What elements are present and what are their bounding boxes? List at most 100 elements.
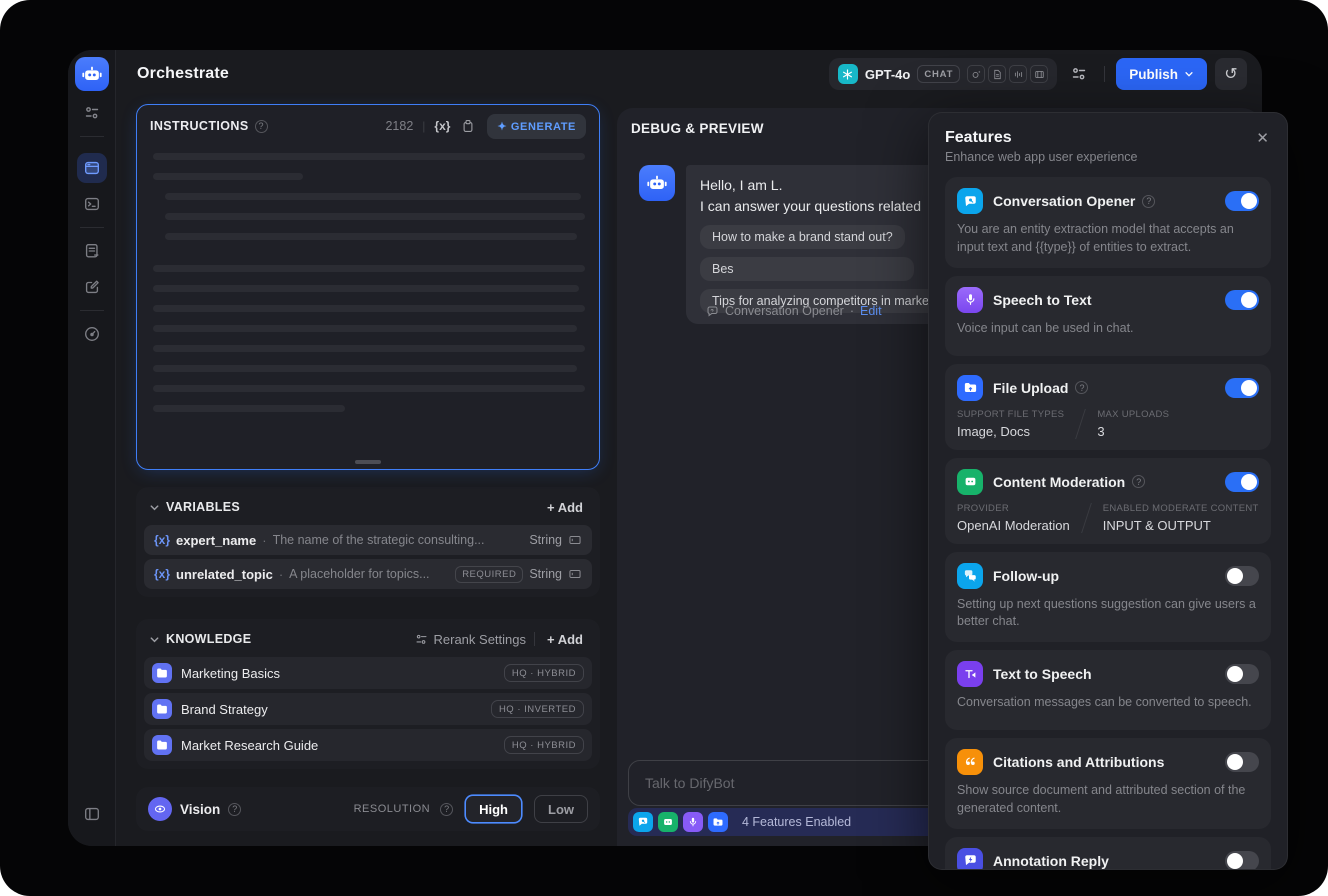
copy-icon[interactable] <box>461 119 475 133</box>
meta-divider <box>1080 502 1092 533</box>
sidebar-divider <box>79 136 104 137</box>
citations-icon <box>957 749 983 775</box>
chevron-down-icon[interactable] <box>149 502 160 513</box>
video-capability-icon <box>1030 65 1049 83</box>
help-icon[interactable]: ? <box>440 802 454 816</box>
file-upload-toggle[interactable] <box>1225 377 1259 398</box>
file-upload-icon <box>708 812 728 832</box>
follow-up-toggle[interactable] <box>1225 565 1259 586</box>
help-icon[interactable]: ? <box>228 802 242 816</box>
feature-card-citations: Citations and Attributions Show source d… <box>945 738 1271 829</box>
vision-capability-icon <box>967 65 986 83</box>
features-title: Features <box>945 129 1012 146</box>
sliders-icon[interactable] <box>84 105 100 121</box>
model-tune-icon[interactable] <box>1065 60 1093 88</box>
sidebar-item-terminal[interactable] <box>77 189 107 219</box>
knowledge-row[interactable]: Brand Strategy HQ · INVERTED <box>144 693 592 725</box>
conversation-opener-icon <box>957 188 983 214</box>
model-selector[interactable]: GPT-4o CHAT <box>828 58 1058 90</box>
features-subtitle: Enhance web app user experience <box>945 150 1138 164</box>
vision-section: Vision ? RESOLUTION ? High Low <box>136 787 600 831</box>
features-panel: Features Enhance web app user experience… <box>928 112 1288 870</box>
add-variable-button[interactable]: + Add <box>543 500 587 515</box>
help-icon[interactable]: ? <box>254 119 268 133</box>
speech-to-text-icon <box>957 286 983 313</box>
conversation-opener-toggle[interactable] <box>1225 191 1259 211</box>
version-history-button[interactable]: ↺ <box>1215 58 1247 90</box>
edit-opener-link[interactable]: Edit <box>860 304 882 318</box>
header-divider <box>1104 66 1106 82</box>
feature-card-file-upload: File Upload ? SUPPORT FILE TYPES Image, D… <box>945 363 1271 450</box>
feature-card-conversation-opener: Conversation Opener ? You are an entity … <box>945 177 1271 268</box>
folder-icon <box>152 735 172 755</box>
variable-row[interactable]: {x} unrelated_topic · A placeholder for … <box>144 559 592 589</box>
sidebar-divider <box>79 310 104 311</box>
config-column: INSTRUCTIONS ? 2182 | {x} ✦ GENERATE VAR… <box>136 104 600 831</box>
content-moderation-toggle[interactable] <box>1225 471 1259 492</box>
sidebar-item-annotations[interactable] <box>77 272 107 302</box>
model-capability-badges <box>967 65 1049 83</box>
folder-icon <box>152 699 172 719</box>
publish-button[interactable]: Publish <box>1116 58 1207 90</box>
annotation-reply-toggle[interactable] <box>1225 850 1259 869</box>
resize-handle[interactable] <box>355 460 381 464</box>
help-icon[interactable]: ? <box>1075 381 1089 394</box>
conversation-opener-icon <box>633 812 653 832</box>
model-mode-badge: CHAT <box>917 65 961 83</box>
features-enabled-text: 4 Features Enabled <box>742 815 852 829</box>
variable-row[interactable]: {x} expert_name · The name of the strate… <box>144 525 592 555</box>
audio-capability-icon <box>1009 65 1028 83</box>
sliders-icon <box>416 634 426 644</box>
page-title: Orchestrate <box>137 65 230 82</box>
chevron-down-icon[interactable] <box>149 634 160 645</box>
app-logo-robot-icon[interactable] <box>74 57 109 91</box>
speech-to-text-icon <box>683 812 703 832</box>
sidebar-item-monitoring[interactable] <box>77 319 107 349</box>
citations-toggle[interactable] <box>1225 752 1259 772</box>
knowledge-row[interactable]: Market Research Guide HQ · HYBRID <box>144 729 592 761</box>
chevron-down-icon <box>1185 72 1193 77</box>
divider <box>534 632 535 646</box>
feature-card-text-to-speech: Text to Speech Conversation messages can… <box>945 650 1271 730</box>
help-icon[interactable]: ? <box>1142 194 1156 208</box>
suggested-question-chip[interactable]: Bes <box>700 257 914 281</box>
follow-up-icon <box>957 562 983 589</box>
knowledge-section: KNOWLEDGE Rerank Settings + Add Marketin… <box>136 619 600 769</box>
instructions-label: INSTRUCTIONS <box>150 119 249 133</box>
knowledge-row[interactable]: Marketing Basics HQ · HYBRID <box>144 657 592 689</box>
app-canvas: Orchestrate GPT-4o CHAT Publish ↺ INSTRU… <box>0 0 1328 896</box>
resolution-label: RESOLUTION <box>353 803 431 815</box>
meta-divider <box>1075 408 1087 439</box>
content-moderation-icon <box>658 812 678 832</box>
resolution-high-button[interactable]: High <box>465 795 522 823</box>
annotation-reply-icon <box>957 847 983 869</box>
field-type-icon <box>568 533 582 547</box>
help-icon[interactable]: ? <box>1132 475 1146 488</box>
rerank-settings-button[interactable]: Rerank Settings <box>415 632 526 647</box>
instructions-panel[interactable]: INSTRUCTIONS ? 2182 | {x} ✦ GENERATE <box>136 104 600 470</box>
openai-icon <box>837 64 858 84</box>
insert-variable-icon[interactable]: {x} <box>434 119 450 133</box>
field-type-icon <box>568 567 582 581</box>
char-count: 2182 <box>385 119 414 133</box>
resolution-low-button[interactable]: Low <box>534 795 588 823</box>
opener-meta-row: Conversation Opener · Edit <box>706 304 882 318</box>
file-upload-icon <box>957 374 983 401</box>
add-knowledge-button[interactable]: + Add <box>543 632 587 647</box>
text-to-speech-toggle[interactable] <box>1225 664 1259 684</box>
sidebar <box>68 50 116 846</box>
collapse-sidebar-icon[interactable] <box>77 799 107 829</box>
retrieval-badge: HQ · INVERTED <box>490 700 584 718</box>
instructions-skeleton[interactable] <box>137 147 599 412</box>
close-icon[interactable]: ✕ <box>1254 129 1271 148</box>
sidebar-item-orchestrate[interactable] <box>76 153 107 183</box>
speech-to-text-toggle[interactable] <box>1225 289 1259 310</box>
chat-bubble-icon <box>707 306 718 317</box>
sidebar-item-logs[interactable] <box>77 236 107 266</box>
knowledge-label: KNOWLEDGE <box>166 632 252 646</box>
variable-icon: {x} <box>154 567 171 581</box>
suggested-question-chip[interactable]: How to make a brand stand out? <box>700 225 905 249</box>
top-bar: Orchestrate GPT-4o CHAT Publish ↺ <box>117 50 1262 98</box>
vision-label: Vision <box>180 801 221 817</box>
generate-button[interactable]: ✦ GENERATE <box>487 113 586 139</box>
